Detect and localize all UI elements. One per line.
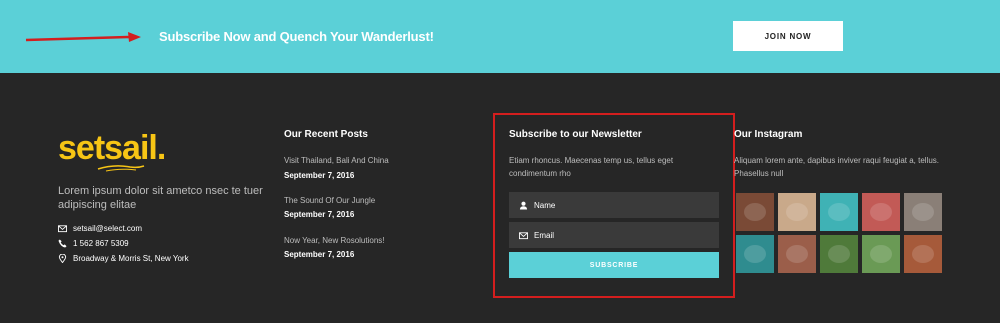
contact-address-text: Broadway & Morris St, New York	[73, 254, 189, 263]
name-placeholder: Name	[534, 200, 556, 210]
brand-description: Lorem ipsum dolor sit ametco nsec te tue…	[58, 185, 263, 211]
envelope-icon	[519, 231, 528, 240]
instagram-photo[interactable]	[820, 193, 858, 231]
instagram-photo[interactable]	[736, 235, 774, 273]
email-input[interactable]: Email	[509, 222, 719, 248]
post-date: September 7, 2016	[284, 171, 355, 180]
subscribe-button[interactable]: SUBSCRIBE	[509, 252, 719, 278]
contact-phone-text: 1 562 867 5309	[73, 239, 129, 248]
email-placeholder: Email	[534, 230, 555, 240]
contact-address[interactable]: Broadway & Morris St, New York	[58, 254, 189, 263]
post-title[interactable]: Visit Thailand, Bali And China	[284, 156, 389, 165]
subscribe-banner	[0, 0, 1000, 73]
map-pin-icon	[58, 254, 67, 263]
instagram-photo[interactable]	[778, 193, 816, 231]
logo-swoosh-icon	[97, 165, 145, 172]
instagram-photo[interactable]	[862, 235, 900, 273]
instagram-description: Aliquam lorem ante, dapibus inviver raqu…	[734, 156, 939, 178]
join-now-button[interactable]: JOIN NOW	[733, 21, 843, 51]
post-date: September 7, 2016	[284, 210, 355, 219]
contact-email-text: setsail@select.com	[73, 224, 143, 233]
instagram-photo[interactable]	[820, 235, 858, 273]
newsletter-title: Subscribe to our Newsletter	[509, 129, 642, 140]
post-date: September 7, 2016	[284, 250, 355, 259]
red-arrow-annotation	[25, 32, 141, 42]
contact-email[interactable]: setsail@select.com	[58, 224, 142, 233]
phone-icon	[58, 239, 67, 248]
instagram-photo[interactable]	[736, 193, 774, 231]
instagram-title: Our Instagram	[734, 129, 803, 140]
instagram-photo[interactable]	[862, 193, 900, 231]
instagram-photo[interactable]	[904, 193, 942, 231]
name-input[interactable]: Name	[509, 192, 719, 218]
envelope-icon	[58, 224, 67, 233]
user-icon	[519, 201, 528, 210]
instagram-grid	[736, 193, 946, 273]
post-title[interactable]: Now Year, New Rosolutions!	[284, 236, 385, 245]
banner-title: Subscribe Now and Quench Your Wanderlust…	[159, 29, 434, 44]
contact-phone[interactable]: 1 562 867 5309	[58, 239, 129, 248]
instagram-photo[interactable]	[904, 235, 942, 273]
recent-posts-title: Our Recent Posts	[284, 129, 368, 140]
newsletter-description: Etiam rhoncus. Maecenas temp us, tellus …	[509, 156, 674, 178]
post-title[interactable]: The Sound Of Our Jungle	[284, 196, 375, 205]
instagram-photo[interactable]	[778, 235, 816, 273]
